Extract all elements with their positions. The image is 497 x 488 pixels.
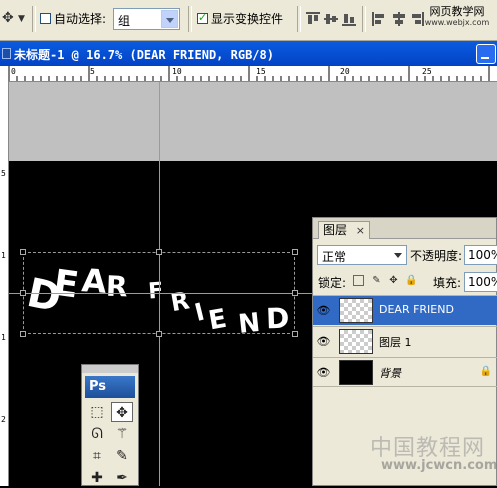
layer-name: 背景 (379, 367, 401, 380)
options-bar: ✥ ▼ 自动选择: 组 显示变换控件 网页教学网 www.webjx.com (0, 0, 497, 41)
tool-preset-dropdown-icon[interactable]: ▼ (18, 14, 25, 24)
align-hcenter-icon[interactable] (392, 12, 406, 26)
crop-tool-icon[interactable]: ⌗ (86, 446, 108, 466)
tab-layers[interactable]: 图层 × (318, 221, 370, 239)
ps-logo[interactable]: Ps (85, 376, 135, 398)
horizontal-ruler[interactable]: 0 5 10 15 20 25 (0, 66, 497, 82)
show-transform-label: 显示变换控件 (211, 12, 284, 26)
brush-tool-icon[interactable]: ✒ (111, 468, 133, 488)
auto-select-value: 组 (118, 14, 131, 28)
layer-thumbnail (339, 360, 373, 385)
auto-select-label: 自动选择: (54, 12, 107, 26)
fill-label: 填充: (433, 276, 462, 290)
toolbar-separator (297, 6, 301, 32)
document-icon (2, 48, 11, 59)
lock-all-icon[interactable]: 🔒 (405, 275, 417, 286)
ruler-label: 15 (256, 67, 266, 76)
lock-icon: 🔒 (479, 366, 492, 377)
transform-handle[interactable] (292, 290, 298, 296)
tools-panel: Ps ⬚ ✥ ᘏ ⚚ ⌗ ✎ ✚ ✒ (81, 364, 139, 486)
transform-handle[interactable] (20, 290, 26, 296)
ruler-label: 5 (90, 67, 95, 76)
slice-tool-icon[interactable]: ✎ (111, 446, 133, 466)
auto-select-checkbox[interactable] (40, 13, 51, 24)
chevron-down-icon[interactable] (394, 253, 402, 258)
blend-mode-dropdown[interactable]: 正常 (317, 245, 407, 265)
layer-row-layer1[interactable]: 👁 图层 1 (313, 326, 497, 356)
pasteboard (9, 82, 497, 161)
marquee-tool-icon[interactable]: ⬚ (86, 402, 108, 422)
eye-icon[interactable]: 👁 (316, 366, 331, 380)
watermark-url: www.jcwcn.com (381, 458, 497, 473)
healing-tool-icon[interactable]: ✚ (86, 468, 108, 488)
toolbar-separator (32, 6, 36, 32)
show-transform-checkbox[interactable] (197, 11, 208, 24)
layers-tab-row: 图层 × (313, 218, 496, 239)
brand-bottom-text: www.webjx.com (424, 18, 490, 27)
layer-name: 图层 1 (379, 336, 412, 349)
magic-wand-tool-icon[interactable]: ⚚ (111, 424, 133, 444)
transform-handle[interactable] (20, 249, 26, 255)
move-tool-icon[interactable]: ✥ (2, 10, 14, 26)
opacity-input[interactable]: 100% (464, 245, 497, 265)
document-title: 未标题-1 @ 16.7% (DEAR FRIEND, RGB/8) (14, 48, 274, 62)
tools-panel-header[interactable] (82, 365, 138, 373)
align-vcenter-icon[interactable] (324, 12, 338, 26)
document-title-bar[interactable]: 未标题-1 @ 16.7% (DEAR FRIEND, RGB/8) (0, 41, 497, 66)
site-watermark-top: 网页教学网 www.webjx.com (421, 5, 493, 35)
transform-bounding-box[interactable] (23, 252, 295, 334)
brand-top-text: 网页教学网 (429, 5, 485, 18)
transform-handle[interactable] (156, 249, 162, 255)
ruler-label: 1 (1, 251, 6, 260)
lock-transparency-icon[interactable] (353, 275, 364, 286)
transform-handle[interactable] (156, 331, 162, 337)
align-bottom-icon[interactable] (342, 12, 356, 26)
transform-handle[interactable] (292, 249, 298, 255)
fill-input[interactable]: 100% (464, 272, 497, 292)
lock-row: 锁定: ✎ ✥ 🔒 填充: 100% (313, 270, 497, 292)
move-tool-icon[interactable]: ✥ (111, 402, 133, 422)
align-left-icon[interactable] (372, 12, 386, 26)
align-top-icon[interactable] (306, 12, 320, 26)
lock-position-icon[interactable]: ✥ (388, 275, 399, 286)
transform-handle[interactable] (20, 331, 26, 337)
minimize-button[interactable] (476, 44, 496, 64)
ruler-label: 10 (172, 67, 182, 76)
chevron-down-icon[interactable] (161, 10, 178, 28)
transform-handle[interactable] (292, 331, 298, 337)
ruler-label: 0 (11, 67, 16, 76)
toolbar-separator (188, 6, 192, 32)
watermark: 中国教程网 www.jcwcn.com (367, 426, 497, 486)
lock-label: 锁定: (318, 276, 347, 290)
tab-layers-label: 图层 (323, 223, 348, 237)
layer-row-background[interactable]: 👁 背景 🔒 (313, 357, 497, 387)
eye-icon[interactable]: 👁 (316, 335, 331, 349)
layer-thumbnail (339, 298, 373, 323)
layer-name: DEAR FRIEND (379, 303, 454, 316)
layer-thumbnail (339, 329, 373, 354)
vertical-ruler[interactable]: 5 1 1 2 (0, 81, 9, 486)
eye-icon[interactable]: 👁 (316, 304, 331, 318)
opacity-label: 不透明度: (410, 249, 463, 263)
close-icon[interactable]: × (356, 222, 365, 239)
lasso-tool-icon[interactable]: ᘏ (86, 424, 108, 444)
ruler-label: 20 (340, 67, 350, 76)
toolbar-separator (362, 6, 366, 32)
auto-select-dropdown[interactable]: 组 (113, 8, 180, 30)
blend-mode-value: 正常 (322, 250, 347, 264)
ruler-label: 25 (422, 67, 432, 76)
lock-pixels-icon[interactable]: ✎ (371, 275, 382, 286)
ruler-label: 2 (1, 415, 6, 424)
ruler-label: 1 (1, 333, 6, 342)
ruler-label: 5 (1, 169, 6, 178)
layer-row-dear-friend[interactable]: 👁 DEAR FRIEND (313, 295, 497, 325)
